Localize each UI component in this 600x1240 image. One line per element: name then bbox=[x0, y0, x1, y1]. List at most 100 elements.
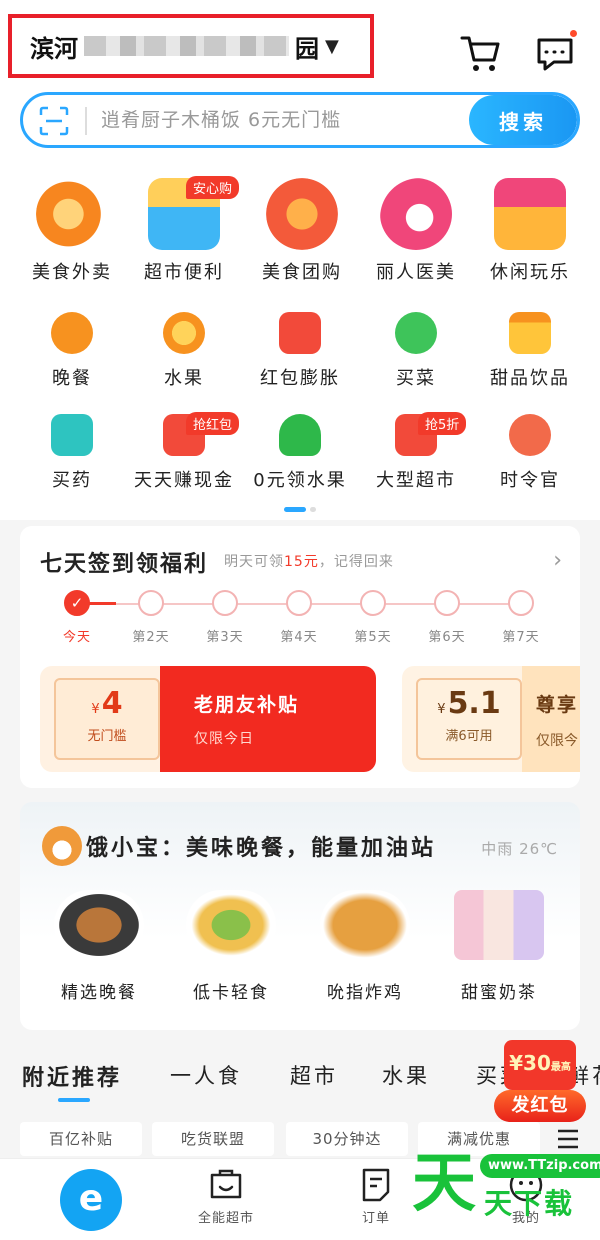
message-icon[interactable] bbox=[534, 34, 576, 74]
coupon-value: ¥4 无门槛 bbox=[54, 678, 160, 760]
milk-tea-image bbox=[454, 890, 544, 960]
food-item[interactable]: 甜蜜奶茶 bbox=[434, 890, 564, 1003]
salad-image bbox=[186, 890, 276, 960]
category-medicine[interactable]: 买药 bbox=[12, 414, 132, 492]
category-food-delivery[interactable]: 美食外卖 bbox=[12, 178, 132, 284]
category-fruit[interactable]: 水果 bbox=[124, 312, 244, 390]
signin-day: 第7天 bbox=[484, 590, 558, 645]
category-dinner[interactable]: 晚餐 bbox=[12, 312, 132, 390]
coupon-old-friend[interactable]: ¥4 无门槛 老朋友补贴 仅限今日 bbox=[40, 666, 376, 772]
cart-icon[interactable] bbox=[460, 34, 502, 74]
search-bar[interactable]: 逍肴厨子木桶饭 6元无门槛 搜索 bbox=[20, 92, 580, 148]
category-supermarket[interactable]: 安心购 超市便利 bbox=[124, 176, 244, 284]
fried-chicken-image bbox=[320, 890, 410, 960]
food-item[interactable]: 精选晚餐 bbox=[34, 890, 164, 1003]
category-label: 红包膨胀 bbox=[260, 368, 340, 389]
category-label: 天天赚现金 bbox=[134, 470, 234, 491]
send-red-packet-button[interactable]: 发红包 bbox=[494, 1090, 586, 1122]
tag-badge: 抢红包 bbox=[186, 412, 240, 435]
signin-day: 第4天 bbox=[262, 590, 336, 645]
category-leisure[interactable]: 休闲玩乐 bbox=[470, 178, 590, 284]
category-label: 买菜 bbox=[396, 368, 436, 389]
category-label: 甜品饮品 bbox=[490, 368, 570, 389]
food-label: 吮指炸鸡 bbox=[327, 983, 403, 1003]
category-label: 晚餐 bbox=[52, 368, 92, 389]
scan-icon[interactable] bbox=[39, 106, 69, 136]
coupon-premium[interactable]: ¥5.1 满6可用 尊享 仅限今 bbox=[402, 666, 580, 772]
nav-home[interactable]: e bbox=[16, 1159, 136, 1240]
filter-chip[interactable]: 30分钟达 bbox=[286, 1122, 408, 1156]
menu-icon[interactable] bbox=[556, 1128, 580, 1150]
chicken-icon bbox=[51, 312, 93, 354]
chevron-right-icon[interactable]: › bbox=[553, 548, 562, 573]
signin-day: 第6天 bbox=[410, 590, 484, 645]
location-selector[interactable]: 滨河 园 ▼ bbox=[8, 14, 374, 78]
signin-day: 第5天 bbox=[336, 590, 410, 645]
broccoli-icon bbox=[395, 312, 437, 354]
filter-chip[interactable]: 百亿补贴 bbox=[20, 1122, 142, 1156]
coupon-title: 老朋友补贴 bbox=[194, 694, 300, 716]
ebao-card[interactable]: 饿小宝：美味晚餐，能量加油站 中雨 26℃ 精选晚餐 低卡轻食 吮指炸鸡 甜蜜奶… bbox=[20, 802, 580, 1030]
category-seasonal[interactable]: 时令官 bbox=[470, 414, 590, 492]
red-packet-icon bbox=[279, 312, 321, 354]
category-drinks[interactable]: 甜品饮品 bbox=[470, 312, 590, 390]
tag-badge: 安心购 bbox=[186, 176, 240, 199]
page-indicator bbox=[310, 507, 316, 512]
category-red-packet[interactable]: 红包膨胀 bbox=[240, 312, 360, 390]
category-vegetables[interactable]: 买菜 bbox=[356, 312, 476, 390]
bowl-icon bbox=[509, 414, 551, 456]
filter-chips: 百亿补贴 吃货联盟 30分钟达 满减优惠 bbox=[0, 1120, 600, 1160]
send-red-packet[interactable]: ¥30最高 发红包 bbox=[494, 1040, 586, 1124]
nav-supermarket[interactable]: 全能超市 bbox=[166, 1159, 286, 1240]
signin-card[interactable]: 七天签到领福利 明天可领15元，记得回来 › ✓ 今天 第2天 第3天 第4天 第… bbox=[20, 526, 580, 788]
food-item[interactable]: 吮指炸鸡 bbox=[300, 890, 430, 1003]
tab-solo-meal[interactable]: 一人食 bbox=[170, 1060, 242, 1090]
beauty-icon bbox=[380, 178, 452, 250]
eleme-logo-icon: e bbox=[60, 1169, 122, 1231]
food-delivery-icon bbox=[36, 178, 108, 250]
weather-label: 中雨 26℃ bbox=[481, 840, 558, 858]
bottom-nav: e 全能超市 订单 我的 bbox=[0, 1158, 600, 1240]
category-label: 丽人医美 bbox=[376, 262, 456, 283]
search-button[interactable]: 搜索 bbox=[469, 95, 577, 145]
nav-label: 订单 bbox=[361, 1211, 390, 1226]
tab-fruit[interactable]: 水果 bbox=[382, 1060, 430, 1090]
order-icon bbox=[362, 1168, 390, 1202]
category-group-buy[interactable]: 美食团购 bbox=[242, 178, 362, 284]
food-item[interactable]: 低卡轻食 bbox=[166, 890, 296, 1003]
caret-down-icon: ▼ bbox=[325, 35, 339, 57]
category-grid: 美食外卖 安心购 超市便利 美食团购 丽人医美 休闲玩乐 晚餐 水果 红包膨胀 … bbox=[0, 170, 600, 520]
dinner-image bbox=[54, 890, 144, 960]
tag-badge: 抢5折 bbox=[418, 412, 467, 435]
check-icon: ✓ bbox=[64, 590, 90, 616]
category-label: 时令官 bbox=[500, 470, 560, 491]
page-indicator-active bbox=[284, 507, 306, 512]
location-suffix: 园 bbox=[295, 34, 319, 63]
category-label: 休闲玩乐 bbox=[490, 262, 570, 283]
signin-day: ✓ 今天 bbox=[40, 590, 114, 645]
nav-label: 全能超市 bbox=[197, 1211, 254, 1226]
category-hypermarket[interactable]: 抢5折 大型超市 bbox=[356, 412, 476, 492]
search-input[interactable]: 逍肴厨子木桶饭 6元无门槛 bbox=[101, 95, 341, 145]
tab-underline bbox=[58, 1098, 90, 1102]
category-label: 0元领水果 bbox=[253, 470, 347, 491]
header: 滨河 园 ▼ 逍肴厨子木桶饭 6元无门槛 搜索 bbox=[0, 0, 600, 170]
nav-orders[interactable]: 订单 bbox=[316, 1159, 436, 1240]
filter-chip[interactable]: 吃货联盟 bbox=[152, 1122, 274, 1156]
category-label: 超市便利 bbox=[144, 262, 224, 283]
nav-label: 我的 bbox=[511, 1211, 540, 1226]
signin-day: 第2天 bbox=[114, 590, 188, 645]
location-redacted bbox=[84, 36, 289, 56]
category-label: 美食外卖 bbox=[32, 262, 112, 283]
nav-profile[interactable]: 我的 bbox=[466, 1159, 586, 1240]
category-label: 买药 bbox=[52, 470, 92, 491]
search-divider bbox=[85, 107, 87, 135]
category-free-fruit[interactable]: 0元领水果 bbox=[240, 414, 360, 492]
filter-chip[interactable]: 满减优惠 bbox=[418, 1122, 540, 1156]
profile-icon bbox=[509, 1168, 543, 1202]
category-beauty[interactable]: 丽人医美 bbox=[356, 178, 476, 284]
tab-nearby[interactable]: 附近推荐 bbox=[22, 1060, 122, 1092]
dog-mascot-icon bbox=[42, 826, 82, 866]
category-earn-cash[interactable]: 抢红包 天天赚现金 bbox=[124, 412, 244, 492]
tab-supermarket[interactable]: 超市 bbox=[290, 1060, 338, 1090]
